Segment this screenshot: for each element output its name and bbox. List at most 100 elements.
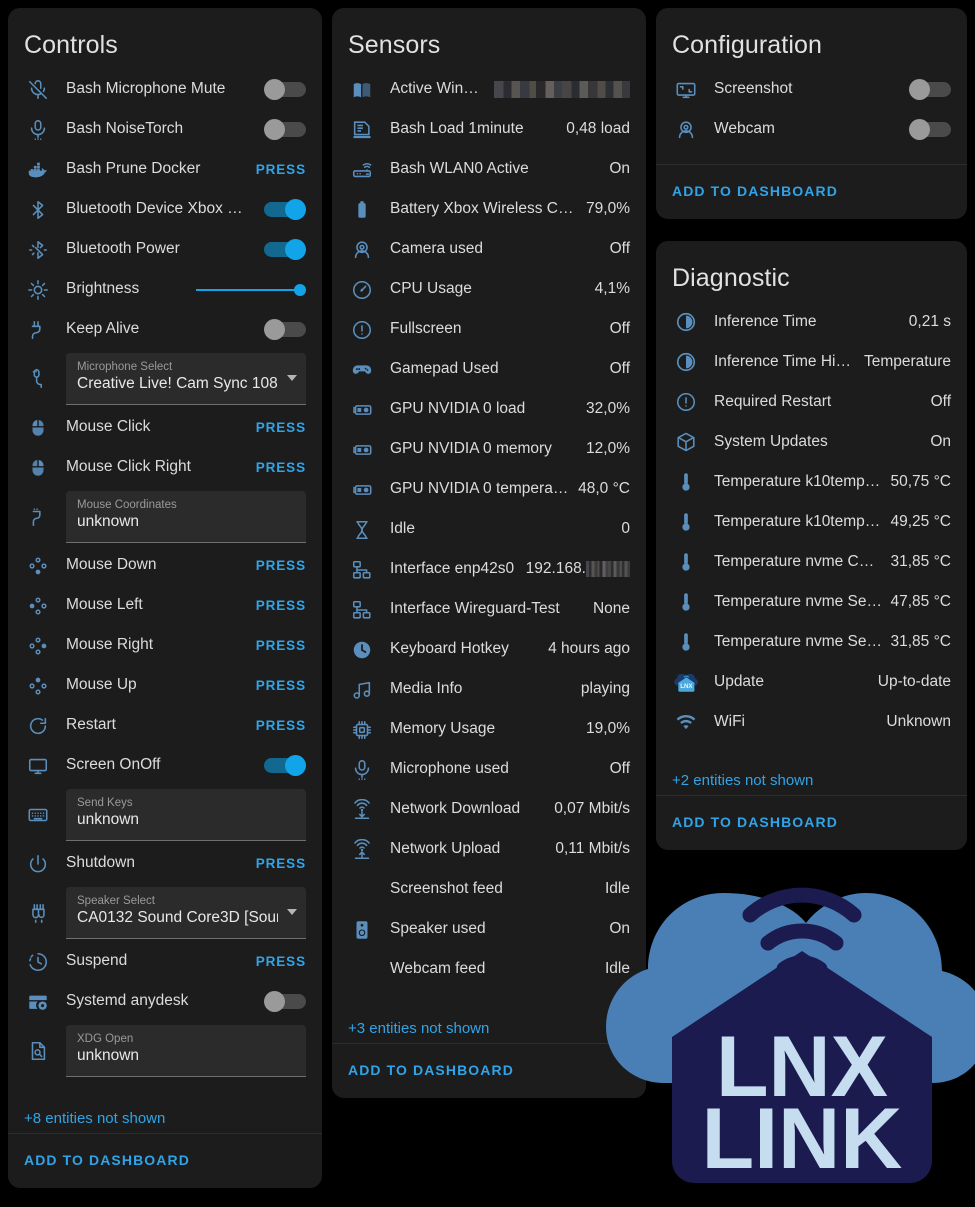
entity-row[interactable]: Microphone SelectCreative Live! Cam Sync… xyxy=(24,350,306,408)
entity-row[interactable]: Mouse LeftPRESS xyxy=(24,586,306,626)
toggle-switch[interactable] xyxy=(264,119,306,140)
lan-icon xyxy=(348,556,376,584)
entity-row[interactable]: Inference Time Highe…Temperature xyxy=(672,342,951,382)
entity-row[interactable]: Network Upload0,11 Mbit/s xyxy=(348,830,630,870)
entity-row[interactable]: Bash Prune DockerPRESS xyxy=(24,150,306,190)
entity-row[interactable]: Screen OnOff xyxy=(24,746,306,786)
entity-row[interactable]: Bash Load 1minute0,48 load xyxy=(348,110,630,150)
select-field[interactable]: Speaker SelectCA0132 Sound Core3D [Sound xyxy=(66,887,306,939)
entity-row[interactable]: Gamepad UsedOff xyxy=(348,350,630,390)
entity-row[interactable]: Bluetooth Device Xbox Wir… xyxy=(24,190,306,230)
entity-row[interactable]: Keep Alive xyxy=(24,310,306,350)
entity-row[interactable]: Interface enp42s0192.168. xyxy=(348,550,630,590)
entity-row[interactable]: System UpdatesOn xyxy=(672,422,951,462)
press-button[interactable]: PRESS xyxy=(256,856,306,871)
entity-row[interactable]: Webcam feedIdle xyxy=(348,950,630,990)
entity-row[interactable]: RestartPRESS xyxy=(24,706,306,746)
entity-row[interactable]: WiFiUnknown xyxy=(672,702,951,742)
entity-row[interactable]: Temperature k10temp Tctl49,25 °C xyxy=(672,502,951,542)
entity-row[interactable]: Bash Microphone Mute xyxy=(24,70,306,110)
entity-row[interactable]: Battery Xbox Wireless Contr…79,0% xyxy=(348,190,630,230)
chevron-down-icon[interactable] xyxy=(287,375,297,381)
text-field[interactable]: Mouse Coordinatesunknown xyxy=(66,491,306,543)
lnxlink-watermark-logo: LNX LINK xyxy=(602,843,975,1207)
entity-row[interactable]: Required RestartOff xyxy=(672,382,951,422)
entity-row[interactable]: Temperature nvme Senso…47,85 °C xyxy=(672,582,951,622)
entity-row[interactable]: Mouse ClickPRESS xyxy=(24,408,306,448)
entity-row[interactable]: Temperature k10temp Tc…50,75 °C xyxy=(672,462,951,502)
press-button[interactable]: PRESS xyxy=(256,638,306,653)
entity-value: 0,21 s xyxy=(909,313,951,332)
entity-row[interactable]: Bash WLAN0 ActiveOn xyxy=(348,150,630,190)
press-button[interactable]: PRESS xyxy=(256,460,306,475)
entity-row[interactable]: Mouse Coordinatesunknown xyxy=(24,488,306,546)
entity-row[interactable]: Bluetooth Power xyxy=(24,230,306,270)
entity-row[interactable]: XDG Openunknown xyxy=(24,1022,306,1080)
entities-not-shown-link[interactable]: +8 entities not shown xyxy=(8,1094,322,1133)
entity-row[interactable]: Send Keysunknown xyxy=(24,786,306,844)
field-value: CA0132 Sound Core3D [Sound xyxy=(77,908,278,929)
entity-row[interactable]: Microphone usedOff xyxy=(348,750,630,790)
entity-row[interactable]: CPU Usage4,1% xyxy=(348,270,630,310)
text-field[interactable]: XDG Openunknown xyxy=(66,1025,306,1077)
press-button[interactable]: PRESS xyxy=(256,954,306,969)
entity-value: Up-to-date xyxy=(878,673,951,692)
entity-row[interactable]: GPU NVIDIA 0 memory12,0% xyxy=(348,430,630,470)
entity-row[interactable]: Mouse RightPRESS xyxy=(24,626,306,666)
entity-row[interactable]: Mouse Click RightPRESS xyxy=(24,448,306,488)
entity-row[interactable]: Speaker SelectCA0132 Sound Core3D [Sound xyxy=(24,884,306,942)
brightness-slider[interactable] xyxy=(196,280,306,300)
entity-row[interactable]: Interface Wireguard-TestNone xyxy=(348,590,630,630)
entity-row[interactable]: Inference Time0,21 s xyxy=(672,302,951,342)
press-button[interactable]: PRESS xyxy=(256,678,306,693)
add-to-dashboard-button[interactable]: ADD TO DASHBOARD xyxy=(24,1152,190,1168)
entities-not-shown-link[interactable]: +3 entities not shown xyxy=(332,1004,646,1043)
entity-row[interactable]: Temperature nvme Comp…31,85 °C xyxy=(672,542,951,582)
toggle-switch[interactable] xyxy=(264,79,306,100)
chevron-down-icon[interactable] xyxy=(287,909,297,915)
add-to-dashboard-button[interactable]: ADD TO DASHBOARD xyxy=(672,814,838,830)
entities-not-shown-link[interactable]: +2 entities not shown xyxy=(656,756,967,795)
press-button[interactable]: PRESS xyxy=(256,162,306,177)
toggle-switch[interactable] xyxy=(909,79,951,100)
entity-row[interactable]: Camera usedOff xyxy=(348,230,630,270)
toggle-switch[interactable] xyxy=(264,199,306,220)
entity-row[interactable]: GPU NVIDIA 0 load32,0% xyxy=(348,390,630,430)
entity-row[interactable]: Systemd anydesk xyxy=(24,982,306,1022)
entity-row[interactable]: Mouse UpPRESS xyxy=(24,666,306,706)
toggle-switch[interactable] xyxy=(264,991,306,1012)
toggle-switch[interactable] xyxy=(264,319,306,340)
entity-row[interactable]: GPU NVIDIA 0 temperature48,0 °C xyxy=(348,470,630,510)
entity-row[interactable]: LNXUpdateUp-to-date xyxy=(672,662,951,702)
press-button[interactable]: PRESS xyxy=(256,420,306,435)
entity-row[interactable]: Media Infoplaying xyxy=(348,670,630,710)
entity-row[interactable]: Mouse DownPRESS xyxy=(24,546,306,586)
select-field[interactable]: Microphone SelectCreative Live! Cam Sync… xyxy=(66,353,306,405)
entity-value: On xyxy=(930,433,951,452)
press-button[interactable]: PRESS xyxy=(256,718,306,733)
entity-row[interactable]: Webcam xyxy=(672,110,951,150)
toggle-switch[interactable] xyxy=(264,239,306,260)
press-button[interactable]: PRESS xyxy=(256,558,306,573)
entity-row[interactable]: Network Download0,07 Mbit/s xyxy=(348,790,630,830)
entity-row[interactable]: Active Window xyxy=(348,70,630,110)
entity-row[interactable]: Idle0 xyxy=(348,510,630,550)
add-to-dashboard-button[interactable]: ADD TO DASHBOARD xyxy=(348,1062,514,1078)
entity-row[interactable]: FullscreenOff xyxy=(348,310,630,350)
entity-row[interactable]: Brightness xyxy=(24,270,306,310)
add-to-dashboard-button[interactable]: ADD TO DASHBOARD xyxy=(672,183,838,199)
entity-row[interactable]: ShutdownPRESS xyxy=(24,844,306,884)
press-button[interactable]: PRESS xyxy=(256,598,306,613)
entity-row[interactable]: Temperature nvme Senso…31,85 °C xyxy=(672,622,951,662)
text-field[interactable]: Send Keysunknown xyxy=(66,789,306,841)
entity-row[interactable]: Screenshot feedIdle xyxy=(348,870,630,910)
entity-row[interactable]: Keyboard Hotkey4 hours ago xyxy=(348,630,630,670)
toggle-switch[interactable] xyxy=(909,119,951,140)
toggle-switch[interactable] xyxy=(264,755,306,776)
entity-row[interactable]: Bash NoiseTorch xyxy=(24,110,306,150)
mouse-move-icon xyxy=(24,503,52,531)
entity-row[interactable]: SuspendPRESS xyxy=(24,942,306,982)
entity-row[interactable]: Speaker usedOn xyxy=(348,910,630,950)
entity-row[interactable]: Memory Usage19,0% xyxy=(348,710,630,750)
entity-row[interactable]: Screenshot xyxy=(672,70,951,110)
